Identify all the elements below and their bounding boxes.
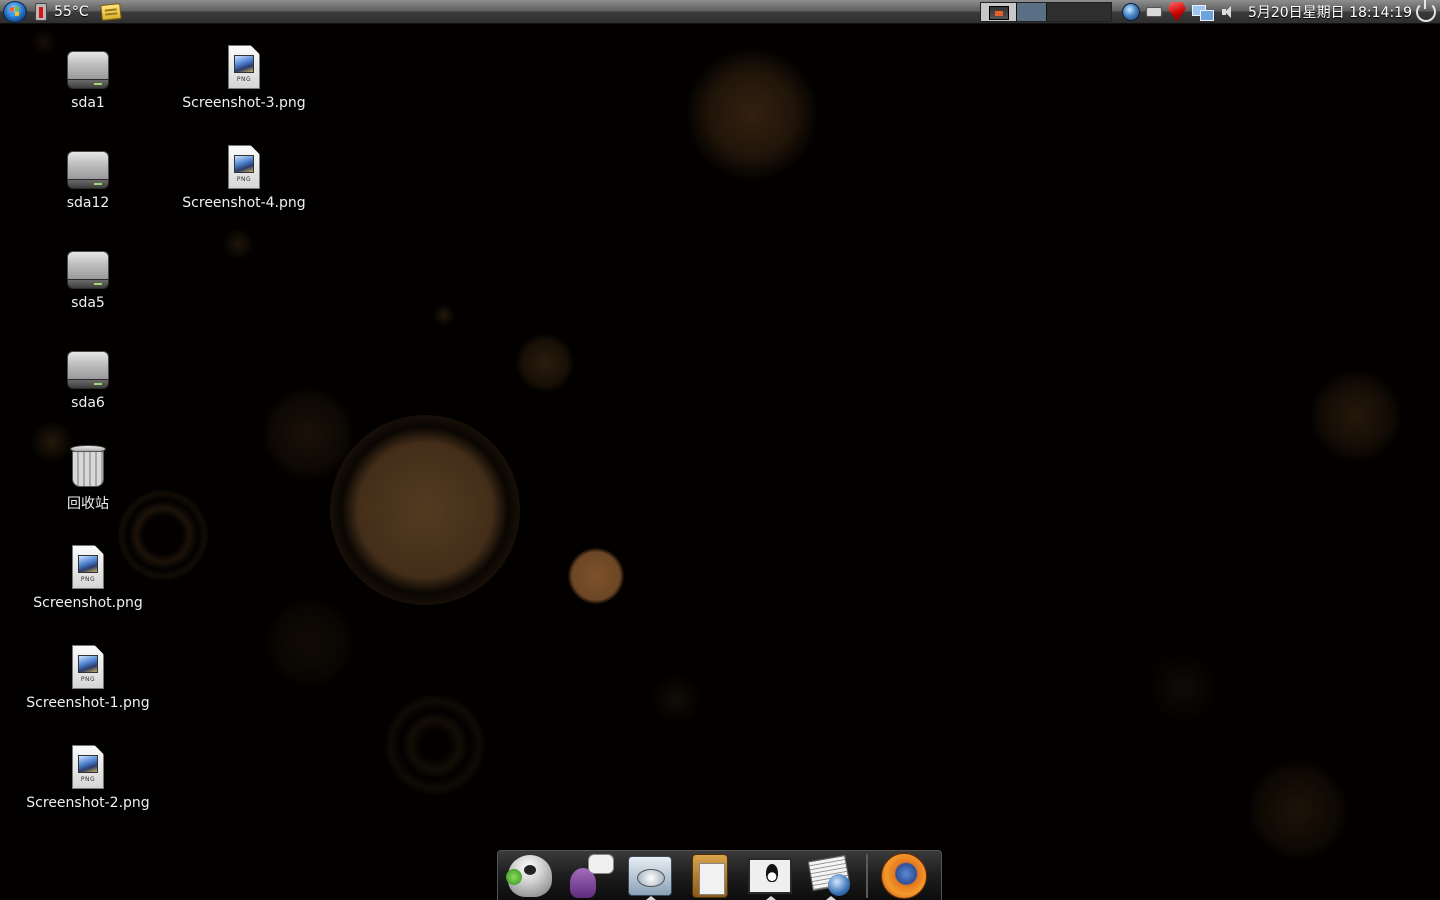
desktop-icon-label: Screenshot-2.png [26,795,150,811]
cpu-temperature[interactable]: 55°C [54,4,89,20]
png-file-icon: PNG [226,145,262,191]
dock-item-news-reader[interactable] [806,853,854,900]
desktop-icon-sda12[interactable]: sda12 [18,147,158,211]
file-manager-icon [628,855,672,896]
dock-item-pidgin[interactable] [566,853,614,899]
terminal-icon [748,857,792,894]
running-indicator [766,895,776,900]
panel-left-group: 55°C [0,0,122,24]
desktop-icon-screenshot-4[interactable]: PNG Screenshot-4.png [174,145,314,211]
hard-drive-icon [66,147,110,191]
desktop-icon-screenshot[interactable]: PNG Screenshot.png [18,545,158,611]
workspace-switcher[interactable] [979,1,1112,22]
pidgin-icon [568,853,614,898]
desktop-icon-label: Screenshot-4.png [182,195,306,211]
thermometer-icon[interactable] [35,2,47,21]
clipboard-icon [692,853,728,898]
trash-icon [69,443,107,489]
desktop-icon-sda5[interactable]: sda5 [18,247,158,311]
desktop-icon-label: Screenshot-1.png [26,695,150,711]
dock-item-firefox[interactable] [880,852,928,899]
power-icon[interactable] [1416,0,1436,22]
desktop-icon-sda1[interactable]: sda1 [18,47,158,111]
png-file-icon: PNG [70,545,106,591]
desktop-icon-screenshot-1[interactable]: PNG Screenshot-1.png [18,645,158,711]
hard-drive-icon [66,47,110,91]
desktop-icon-trash[interactable]: 回收站 [18,443,158,513]
desktop-icon-label: sda5 [71,295,105,311]
dock-item-terminal[interactable] [746,853,794,900]
desktop-icon-label: sda6 [71,395,105,411]
desktop-icon-label: sda12 [66,195,110,211]
firefox-icon [881,852,927,899]
png-file-icon: PNG [70,745,106,791]
png-file-icon: PNG [226,45,262,91]
keyboard-icon[interactable] [1145,6,1162,17]
desktop-icon-label: Screenshot-3.png [182,95,306,111]
workspace-2[interactable] [1016,2,1047,21]
dock-item-file-manager[interactable] [626,853,674,900]
dock [497,850,942,900]
top-panel: 55°C 5月20日星期日 18:14:19 [0,0,1440,24]
dock-item-clipboard[interactable] [686,853,734,899]
desktop-icon-screenshot-3[interactable]: PNG Screenshot-3.png [174,45,314,111]
running-indicator [646,895,656,900]
desktop-wallpaper [0,0,1440,900]
news-reader-icon [808,854,852,898]
start-menu-icon[interactable] [3,0,27,23]
ruby-gem-icon[interactable] [1167,1,1186,22]
desktop-icon-label: Screenshot.png [33,595,143,611]
png-file-icon: PNG [70,645,106,691]
clock[interactable]: 5月20日星期日 18:14:19 [1248,2,1412,22]
sticky-notes-icon[interactable] [99,2,122,21]
desktop-icon-label: 回收站 [67,496,109,512]
hard-drive-icon [66,347,110,391]
system-tray [1121,0,1234,24]
running-indicator [826,895,836,900]
hard-drive-icon [66,247,110,291]
network-icon[interactable] [1191,3,1214,21]
desktop-icon-screenshot-2[interactable]: PNG Screenshot-2.png [18,745,158,811]
workspace-1[interactable] [980,2,1017,21]
globe-icon[interactable] [1121,2,1140,21]
workspace-3[interactable] [1046,2,1111,21]
dock-item-msn[interactable] [506,853,554,899]
dock-separator [866,853,868,898]
msn-messenger-icon [506,854,552,897]
desktop-icon-label: sda1 [71,95,105,111]
desktop-icon-sda6[interactable]: sda6 [18,347,158,411]
volume-icon[interactable] [1220,4,1234,20]
